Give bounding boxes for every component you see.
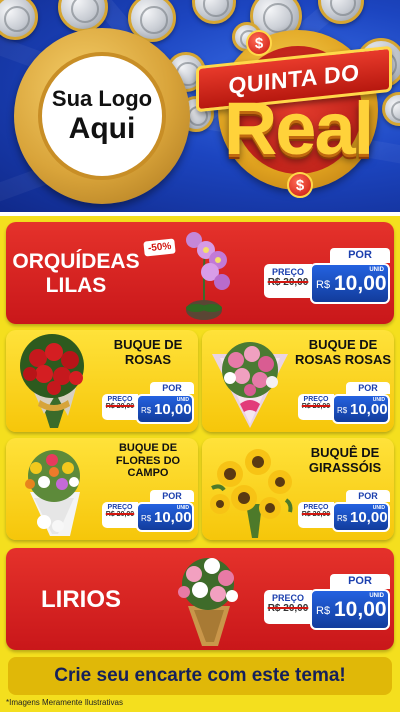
header-banner: Sua Logo Aqui QUINTA DO Real $ $ (0, 0, 400, 212)
price-tag: POR PREÇO R$ 20,00 R$ 10,00 UNID (298, 490, 390, 532)
old-price: R$ 20,00 (267, 277, 309, 288)
new-price-box: R$ 10,00 UNID (332, 394, 390, 424)
new-price-box: R$ 10,00 UNID (136, 394, 194, 424)
new-price-box: R$ 10,00 UNID (310, 589, 390, 630)
sunflower-bouquet-icon (210, 449, 293, 538)
price-value: 10,00 (154, 509, 192, 526)
logo-placeholder: Sua Logo Aqui (14, 28, 190, 204)
product-card-roses[interactable]: BUQUE DE ROSAS POR PREÇO R$ 20,00 R$ 10,… (6, 330, 198, 432)
por-label: POR (330, 248, 390, 263)
product-title: BUQUE DE ROSAS (113, 337, 183, 367)
old-price-box: PREÇO R$ 20,00 (102, 394, 138, 420)
logo-text-line1: Sua Logo (51, 86, 153, 112)
old-price: R$ 20,00 (105, 403, 135, 410)
lily-bouquet-icon (178, 558, 238, 646)
price-value: 10,00 (334, 272, 387, 295)
new-price-box: R$ 10,00 UNID (310, 263, 390, 304)
orchid-icon (186, 232, 230, 320)
disclaimer-text: *Imagens Meramente Ilustrativas (6, 698, 123, 707)
product-card-pink-roses[interactable]: BUQUE DE ROSAS ROSAS POR PREÇO R$ 20,00 … (202, 330, 394, 432)
por-label: POR (150, 382, 194, 394)
por-label: POR (150, 490, 194, 502)
product-card-wildflowers[interactable]: BUQUE DE FLORES DO CAMPO POR PREÇO R$ 20… (6, 438, 198, 540)
rose-bouquet-icon (20, 334, 84, 428)
por-label: POR (346, 382, 390, 394)
product-card-lilies[interactable]: LIRIOS POR PREÇO R$ 20,00 R$ 10,00 UNID (6, 548, 394, 650)
price-tag: POR PREÇO R$ 20,00 R$ 10,00 UNID (264, 248, 390, 304)
por-label: POR (346, 490, 390, 502)
old-price: R$ 20,00 (301, 511, 331, 518)
dollar-icon: $ (246, 30, 272, 56)
dollar-icon: $ (287, 172, 313, 198)
product-title: LIRIOS (40, 586, 121, 613)
old-price-box: PREÇO R$ 20,00 (264, 264, 312, 298)
price-tag: POR PREÇO R$ 20,00 R$ 10,00 UNID (264, 574, 390, 630)
logo-area: Sua Logo Aqui (38, 52, 166, 180)
product-card-orchids[interactable]: ORQUÍDEAS LILAS -50% POR PREÇO R$ 20,00 … (6, 222, 394, 324)
product-title: BUQUÊ DE GIRASSÓIS (308, 445, 382, 475)
old-price-box: PREÇO R$ 20,00 (264, 590, 312, 624)
coin-icon (192, 0, 236, 24)
campaign-main-text: Real (223, 87, 374, 170)
new-price-box: R$ 10,00 UNID (332, 502, 390, 532)
product-title: BUQUE DE ROSAS ROSAS (294, 337, 392, 367)
old-price: R$ 20,00 (105, 511, 135, 518)
price-value: 10,00 (154, 401, 192, 418)
pink-rose-bouquet-icon (212, 342, 288, 428)
price-value: 10,00 (334, 598, 387, 621)
cta-text: Crie seu encarte com este tema! (54, 665, 346, 686)
old-price-box: PREÇO R$ 20,00 (298, 394, 334, 420)
price-value: 10,00 (350, 401, 388, 418)
old-price-box: PREÇO R$ 20,00 (298, 502, 334, 528)
old-price-box: PREÇO R$ 20,00 (102, 502, 138, 528)
price-tag: POR PREÇO R$ 20,00 R$ 10,00 UNID (102, 490, 194, 532)
new-price-box: R$ 10,00 UNID (136, 502, 194, 532)
coin-icon (0, 0, 38, 40)
price-tag: POR PREÇO R$ 20,00 R$ 10,00 UNID (102, 382, 194, 424)
cta-banner[interactable]: Crie seu encarte com este tema! (8, 657, 392, 695)
price-value: 10,00 (350, 509, 388, 526)
price-tag: POR PREÇO R$ 20,00 R$ 10,00 UNID (298, 382, 390, 424)
old-price: R$ 20,00 (267, 603, 309, 614)
product-title: BUQUE DE FLORES DO CAMPO (115, 442, 181, 480)
logo-text-line2: Aqui (68, 111, 136, 145)
por-label: POR (330, 574, 390, 589)
old-price: R$ 20,00 (301, 403, 331, 410)
wildflower-bouquet-icon (25, 450, 80, 536)
product-card-sunflowers[interactable]: BUQUÊ DE GIRASSÓIS POR PREÇO R$ 20,00 R$… (202, 438, 394, 540)
product-title: ORQUÍDEAS LILAS (12, 250, 140, 298)
